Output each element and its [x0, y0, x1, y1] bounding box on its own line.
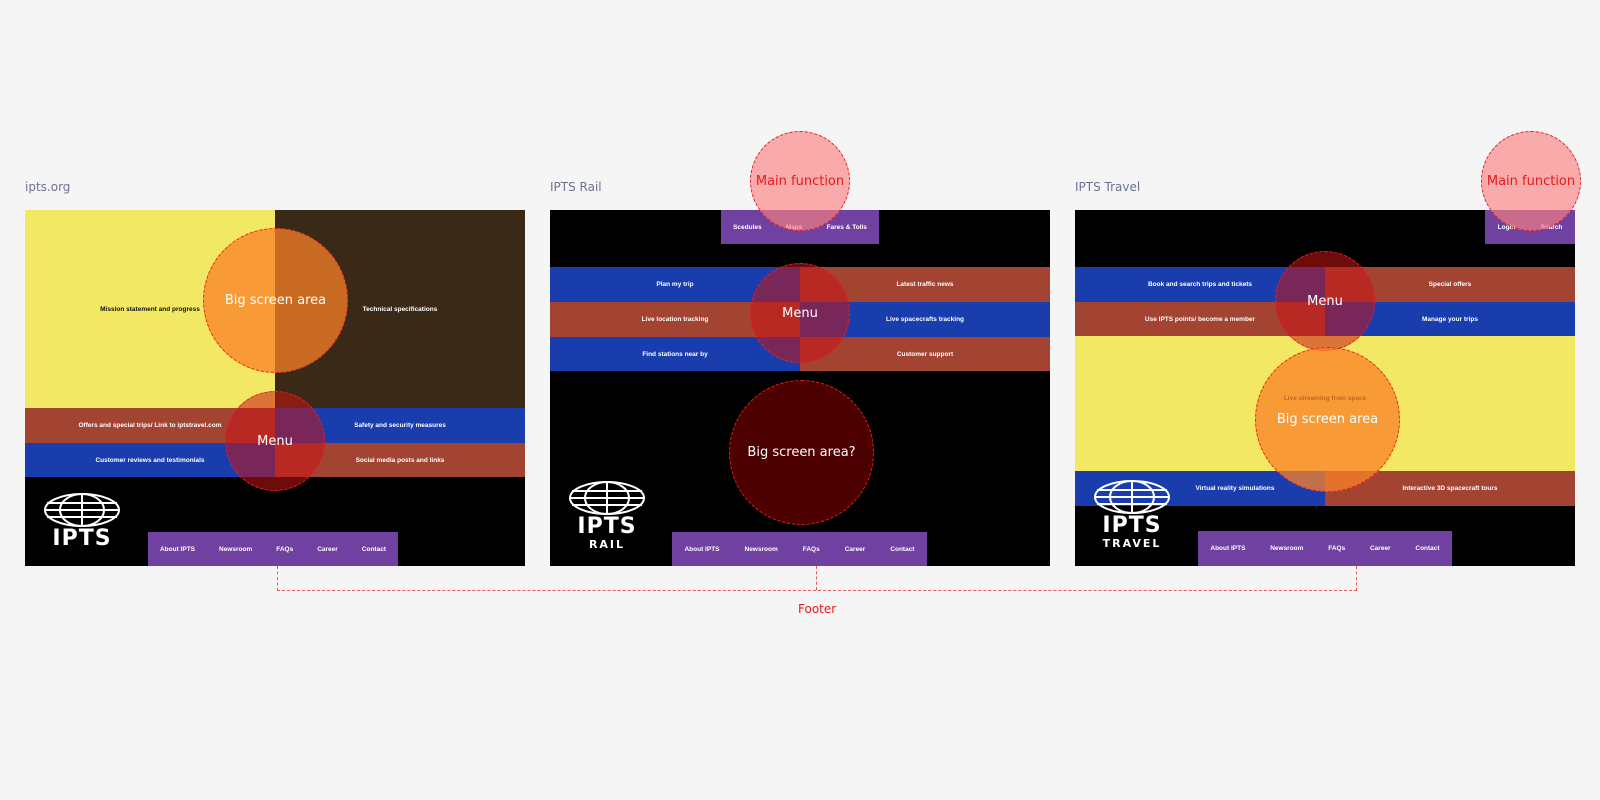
big-screen-annotation: Big screen area? [729, 380, 874, 525]
big-screen-annotation: Big screen area [203, 228, 348, 373]
wireframe-ipts-org: Mission statement and progress Technical… [25, 210, 525, 566]
panel-title-ipts-rail: IPTS Rail [550, 180, 602, 194]
footer-link-career[interactable]: Career [1370, 545, 1391, 552]
ipts-travel-logo[interactable]: IPTS TRAVEL [1093, 479, 1171, 550]
big-screen-annotation: Big screen area [1255, 347, 1400, 492]
nav-fares[interactable]: Fares & Tolls [827, 224, 867, 231]
footer-link-career[interactable]: Career [317, 546, 338, 553]
footer-nav: About IPTS Newsroom FAQs Career Contact [1198, 531, 1452, 566]
wireframe-ipts-travel: Login Search Book and search trips and t… [1075, 131, 1581, 566]
main-function-annotation: Main function [750, 131, 850, 231]
footer-link-faqs[interactable]: FAQs [1328, 545, 1345, 552]
footer-bracket [277, 566, 1357, 591]
globe-icon [1094, 480, 1170, 514]
logo-subtext: RAIL [588, 538, 626, 551]
panel-title-ipts-travel: IPTS Travel [1075, 180, 1141, 194]
logo-text: IPTS [52, 526, 112, 551]
logo-text: IPTS [577, 514, 637, 539]
globe-icon [44, 493, 120, 527]
menu-annotation: Menu [750, 263, 850, 363]
menu-annotation: Menu [225, 391, 325, 491]
logo-subtext: TRAVEL [1102, 537, 1162, 550]
menu-annotation: Menu [1275, 251, 1375, 351]
footer-nav: About IPTS Newsroom FAQs Career Contact [672, 532, 927, 566]
logo-text: IPTS [1102, 513, 1162, 538]
footer-link-contact[interactable]: Contact [362, 546, 386, 553]
footer-link-contact[interactable]: Contact [1415, 545, 1439, 552]
footer-annotation: Footer [798, 602, 837, 616]
footer-link-about[interactable]: About IPTS [160, 546, 195, 553]
footer-link-newsroom[interactable]: Newsroom [745, 546, 778, 553]
globe-icon [569, 481, 645, 515]
wireframe-ipts-rail: Scedules Maps Fares & Tolls Plan my trip… [550, 131, 1050, 566]
main-function-annotation: Main function [1481, 131, 1581, 231]
footer-link-about[interactable]: About IPTS [1210, 545, 1245, 552]
footer-link-about[interactable]: About IPTS [684, 546, 719, 553]
ipts-logo[interactable]: IPTS [43, 492, 121, 550]
panel-title-ipts-org: ipts.org [25, 180, 71, 194]
footer-link-newsroom[interactable]: Newsroom [1270, 545, 1303, 552]
ipts-rail-logo[interactable]: IPTS RAIL [568, 480, 646, 551]
footer-link-contact[interactable]: Contact [890, 546, 914, 553]
footer-bracket-tick [816, 566, 817, 590]
footer-link-faqs[interactable]: FAQs [803, 546, 820, 553]
footer-link-newsroom[interactable]: Newsroom [219, 546, 252, 553]
nav-schedules[interactable]: Scedules [733, 224, 762, 231]
footer-link-career[interactable]: Career [845, 546, 866, 553]
footer-nav: About IPTS Newsroom FAQs Career Contact [148, 532, 398, 566]
footer-link-faqs[interactable]: FAQs [276, 546, 293, 553]
